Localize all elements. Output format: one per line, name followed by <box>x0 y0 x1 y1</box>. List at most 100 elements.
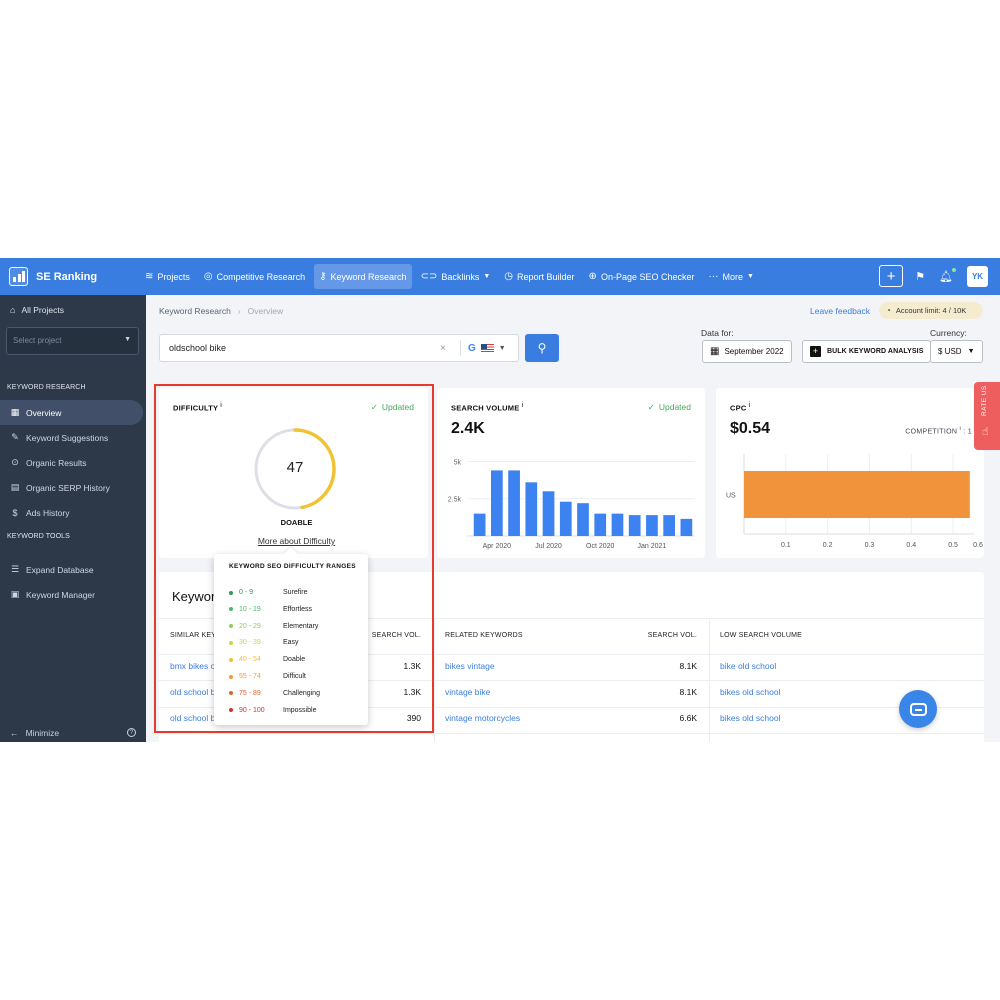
sidebar-item-expand-database[interactable]: ☰ Expand Database <box>0 557 143 582</box>
x-tick-label: Oct 2020 <box>586 543 615 550</box>
plus-square-icon: + <box>810 346 821 357</box>
clear-icon[interactable]: × <box>440 343 460 354</box>
volume-bar[interactable] <box>663 515 676 536</box>
nav-competitive-research[interactable]: ◎ Competitive Research <box>199 264 310 289</box>
volume-bar[interactable] <box>508 470 520 536</box>
rate-us-label: RATE US <box>981 385 988 417</box>
sidebar-item-all-projects[interactable]: ⌂ All Projects <box>0 295 146 325</box>
cpc-bar[interactable] <box>744 471 970 518</box>
range-label: Impossible <box>283 706 317 714</box>
sidebar-item-organic-results[interactable]: ⊙ Organic Results <box>0 450 143 475</box>
difficulty-range-row: 20 - 29 Elementary <box>229 623 318 630</box>
brand-logo[interactable]: SE Ranking <box>0 267 140 286</box>
volume-bar[interactable] <box>611 513 624 536</box>
difficulty-range-row: 40 - 54 Doable <box>229 656 305 663</box>
nav-keyword-research[interactable]: ⚷ Keyword Research <box>314 264 412 289</box>
sidebar-footer: ← Minimize ? <box>10 728 136 738</box>
arrow-left-icon: ← <box>10 728 19 738</box>
range-dot-icon <box>229 640 233 645</box>
notification-dot <box>952 267 956 272</box>
currency-select[interactable]: $ USD ▼ <box>930 340 983 363</box>
flag-icon[interactable]: ⚑ <box>915 270 925 283</box>
bell-icon[interactable]: 🔔︎ <box>939 267 956 283</box>
volume-bar[interactable] <box>577 503 589 536</box>
date-picker-button[interactable]: ▦ September 2022 <box>702 340 792 363</box>
data-for-label: Data for: <box>701 328 734 338</box>
search-icon: ⊕ <box>588 271 597 282</box>
nav-projects[interactable]: ≋ Projects <box>140 264 195 289</box>
volume-bar[interactable] <box>473 513 486 536</box>
sidebar-item-ads-history[interactable]: $ Ads History <box>0 500 143 525</box>
related-keyword-link[interactable]: bikes vintage <box>445 661 495 671</box>
brand-name: SE Ranking <box>36 270 98 283</box>
volume-bar[interactable] <box>542 491 555 536</box>
difficulty-range-row: 0 - 9 Surefire <box>229 589 308 596</box>
sidebar: ⌂ All Projects Select project ▼ KEYWORD RE… <box>0 295 146 742</box>
hand-pointer-icon: ☝ <box>982 426 989 438</box>
leave-feedback-link[interactable]: Leave feedback <box>810 306 870 316</box>
project-select[interactable]: Select project ▼ <box>6 327 139 355</box>
clock-icon: ◷ <box>504 271 514 282</box>
range-label: Difficult <box>283 673 306 680</box>
home-icon: ⌂ <box>10 305 16 315</box>
layers-icon: ≋ <box>145 271 154 282</box>
pencil-icon: ✎ <box>11 432 19 442</box>
keyword-search-input[interactable]: oldschool bike × G ▼ <box>159 334 519 362</box>
x-tick-label: Jul 2020 <box>535 543 562 550</box>
chevron-down-icon[interactable]: ▼ <box>499 345 506 352</box>
key-icon: ⚷ <box>319 271 327 282</box>
database-icon: ☰ <box>10 564 20 574</box>
sidebar-section-keyword-research: KEYWORD RESEARCH <box>7 384 86 391</box>
range-dot-icon <box>229 657 233 662</box>
difficulty-range-row: 10 - 19 Effortless <box>229 606 312 613</box>
col-low-search-volume[interactable]: LOW SEARCH VOLUME <box>720 632 802 639</box>
cpc-chart: US 0.1 0.2 0.3 0.4 0.5 0.6 <box>726 454 983 549</box>
x-tick-label: Jan 2021 <box>638 543 667 550</box>
range-dot-icon <box>229 590 233 595</box>
nav-on-page-seo-checker[interactable]: ⊕ On-Page SEO Checker <box>584 264 700 289</box>
search-button[interactable]: ⚲ <box>525 334 559 362</box>
sidebar-item-keyword-manager[interactable]: ▣ Keyword Manager <box>0 582 143 607</box>
nav-more[interactable]: ··· More ▼ <box>703 264 758 289</box>
volume-bar[interactable] <box>628 515 641 536</box>
chevron-right-icon: › <box>237 306 241 316</box>
sidebar-item-keyword-suggestions[interactable]: ✎ Keyword Suggestions <box>0 425 143 450</box>
range-dot-icon <box>229 674 233 679</box>
nav-backlinks[interactable]: ⊂⊃ Backlinks ▼ <box>416 264 496 289</box>
volume-bar[interactable] <box>646 515 658 536</box>
bulk-keyword-analysis-button[interactable]: + BULK KEYWORD ANALYSIS <box>802 340 932 363</box>
minimize-button[interactable]: ← Minimize <box>10 728 59 738</box>
range-dot-icon <box>229 607 233 612</box>
low-volume-keyword-link[interactable]: bike old school <box>720 661 776 671</box>
avatar[interactable]: YK <box>967 265 988 287</box>
col-search-vol-2[interactable]: SEARCH VOL. <box>635 632 697 639</box>
nav-report-builder[interactable]: ◷ Report Builder <box>499 264 579 289</box>
related-keyword-link[interactable]: vintage motorcycles <box>445 713 520 723</box>
col-related-keywords[interactable]: RELATED KEYWORDS <box>445 632 523 639</box>
range-value: 75 - 89 <box>239 689 261 697</box>
volume-bar[interactable] <box>525 482 538 536</box>
volume-bar[interactable] <box>490 470 503 536</box>
range-label: Challenging <box>283 689 320 697</box>
related-volume: 6.6K <box>679 713 698 723</box>
related-keyword-link[interactable]: vintage bike <box>445 687 490 697</box>
x-tick-label: 0.2 <box>823 542 833 549</box>
account-limit-badge: ◔ Account limit: 4 / 10K <box>879 302 983 319</box>
range-label: Easy <box>283 639 299 647</box>
low-volume-keyword-link[interactable]: bikes old school <box>720 713 780 723</box>
sidebar-item-organic-serp-history[interactable]: ▤ Organic SERP History <box>0 475 143 500</box>
rate-us-tab[interactable]: RATE US ☝ <box>974 382 1000 450</box>
sidebar-item-overview[interactable]: ▦ Overview <box>0 400 143 425</box>
low-volume-keyword-link[interactable]: bikes old school <box>720 687 780 697</box>
volume-bar[interactable] <box>680 518 693 536</box>
breadcrumb: Keyword Research › Overview <box>159 306 283 316</box>
volume-bar[interactable] <box>594 513 607 536</box>
chat-button[interactable] <box>899 690 937 728</box>
volume-bar[interactable] <box>559 501 572 536</box>
help-icon[interactable]: ? <box>127 728 136 737</box>
breadcrumb-keyword-research[interactable]: Keyword Research <box>159 306 231 316</box>
add-button[interactable]: + <box>879 265 904 287</box>
link-icon: ⊂⊃ <box>420 271 438 282</box>
difficulty-range-row: 30 - 39 Easy <box>229 639 299 646</box>
y-tick-label: 2.5k <box>448 497 462 504</box>
